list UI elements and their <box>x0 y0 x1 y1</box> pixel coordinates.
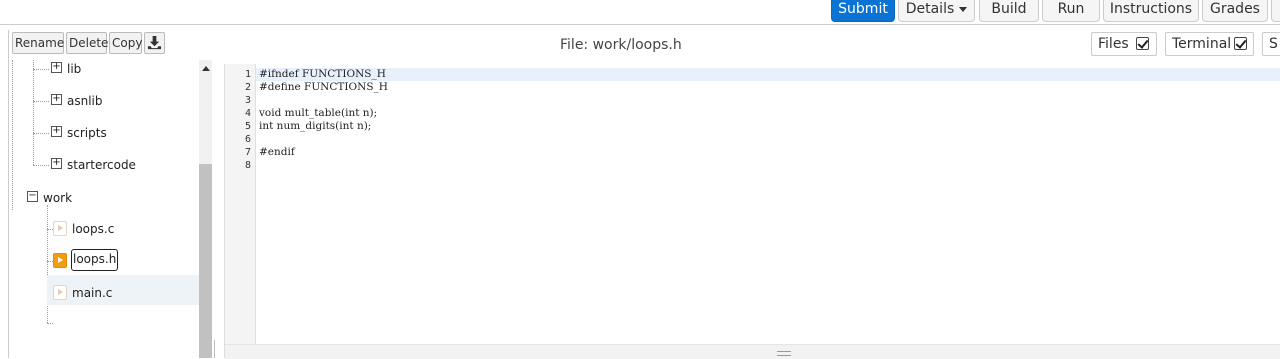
file-panel: Rename Delete Copy + lib + asnlib + scri… <box>8 30 214 358</box>
tree-guide <box>47 205 48 323</box>
code-editor[interactable]: 1 2 3 4 5 6 7 8 #ifndef FUNCTIONS_H #def… <box>224 64 1280 359</box>
tree-item-lib[interactable]: lib <box>67 60 81 80</box>
cut-off-toggle[interactable]: S <box>1262 32 1280 56</box>
tree-guide <box>12 60 13 210</box>
tree-item-main-c[interactable]: main.c <box>72 282 112 304</box>
line-number: 3 <box>244 95 251 106</box>
build-button[interactable]: Build <box>979 0 1039 22</box>
grades-button[interactable]: Grades <box>1202 0 1268 22</box>
instructions-button[interactable]: Instructions <box>1103 0 1199 22</box>
files-toggle[interactable]: Files <box>1091 32 1157 56</box>
active-line-highlight <box>256 68 1280 81</box>
tree-guide <box>47 323 53 324</box>
line-number: 4 <box>244 108 251 119</box>
code-line[interactable]: #endif <box>259 146 295 159</box>
expand-icon[interactable]: + <box>51 62 62 73</box>
delete-button[interactable]: Delete <box>66 32 108 54</box>
download-icon <box>147 35 162 50</box>
tree-item-loops-h[interactable]: loops.h <box>71 249 119 271</box>
code-line[interactable]: int num_digits(int n); <box>259 120 371 133</box>
tree-guide <box>33 101 49 102</box>
editor-resize-bar[interactable] <box>225 344 1280 359</box>
tree-item-work[interactable]: work <box>43 187 72 209</box>
line-number: 8 <box>244 160 251 171</box>
file-icon <box>53 285 67 300</box>
code-line[interactable]: #define FUNCTIONS_H <box>259 81 388 94</box>
collapse-icon[interactable]: − <box>27 191 38 202</box>
line-number-gutter: 1 2 3 4 5 6 7 8 <box>225 64 256 344</box>
tree-item-startercode[interactable]: startercode <box>67 154 136 176</box>
line-number: 7 <box>244 147 251 158</box>
scroll-up-icon[interactable] <box>202 66 210 71</box>
expand-icon[interactable]: + <box>51 94 62 105</box>
tree-item-loops-c[interactable]: loops.c <box>72 218 114 240</box>
scroll-thumb[interactable] <box>199 164 212 358</box>
tree-guide <box>33 133 49 134</box>
submit-button[interactable]: Submit <box>831 0 895 22</box>
file-tree-scrollbar[interactable] <box>199 60 212 358</box>
terminal-toggle-label: Terminal <box>1172 36 1232 52</box>
expand-icon[interactable]: + <box>51 158 62 169</box>
code-line[interactable]: #ifndef FUNCTIONS_H <box>259 68 386 81</box>
tree-item-asnlib[interactable]: asnlib <box>67 90 103 112</box>
tree-guide <box>33 165 49 166</box>
active-file-icon <box>53 253 67 268</box>
copy-button[interactable]: Copy <box>109 32 142 54</box>
expand-icon[interactable]: + <box>51 126 62 137</box>
line-number: 6 <box>244 134 251 145</box>
panel-splitter[interactable] <box>214 340 216 358</box>
file-icon <box>53 221 67 236</box>
details-label: Details <box>905 1 955 17</box>
resize-grip-icon[interactable] <box>777 351 791 356</box>
line-number: 1 <box>244 69 251 80</box>
file-title: File: work/loops.h <box>560 37 682 53</box>
terminal-toggle[interactable]: Terminal <box>1165 32 1254 56</box>
rename-button[interactable]: Rename <box>12 32 64 54</box>
tree-item-scripts[interactable]: scripts <box>67 122 107 144</box>
more-button[interactable] <box>1271 0 1280 22</box>
files-toggle-label: Files <box>1098 36 1129 52</box>
selected-row-highlight <box>47 275 199 305</box>
line-number: 5 <box>244 121 251 132</box>
tree-guide <box>33 60 34 165</box>
file-tree: + lib + asnlib + scripts + startercode −… <box>9 60 199 358</box>
top-toolbar: Submit Details Build Run Instructions Gr… <box>0 0 1280 25</box>
details-button[interactable]: Details <box>898 0 975 22</box>
code-line[interactable]: void mult_table(int n); <box>259 107 377 120</box>
checkbox-checked-icon[interactable] <box>1136 37 1149 50</box>
line-number: 2 <box>244 82 251 93</box>
caret-down-icon <box>959 6 968 12</box>
run-button[interactable]: Run <box>1042 0 1100 22</box>
checkbox-checked-icon[interactable] <box>1234 37 1247 50</box>
tree-guide <box>33 69 49 70</box>
download-button[interactable] <box>144 32 165 54</box>
cut-off-toggle-label: S <box>1269 36 1278 52</box>
